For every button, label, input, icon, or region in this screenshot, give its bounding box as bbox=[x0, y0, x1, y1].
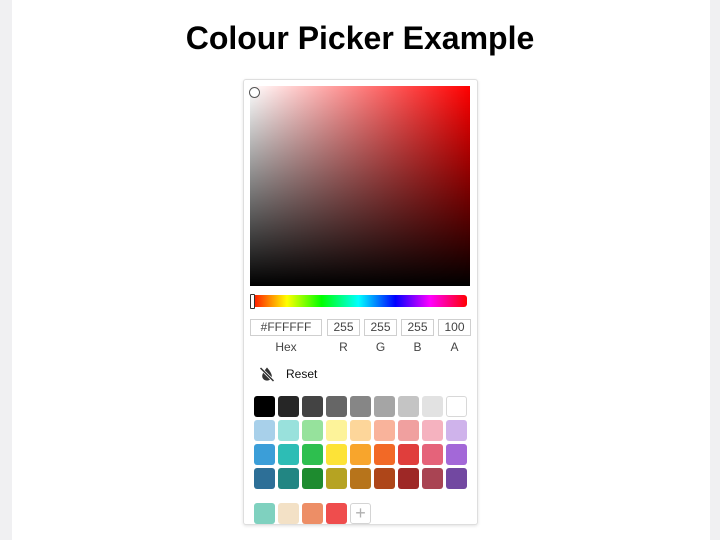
reset-label: Reset bbox=[286, 367, 318, 381]
red-input[interactable] bbox=[327, 319, 360, 336]
swatch[interactable] bbox=[254, 420, 275, 441]
swatch[interactable] bbox=[302, 396, 323, 417]
swatch[interactable] bbox=[422, 396, 443, 417]
swatch[interactable] bbox=[446, 468, 467, 489]
reset-button[interactable]: Reset bbox=[259, 365, 317, 383]
hue-slider[interactable] bbox=[250, 294, 467, 309]
blue-input[interactable] bbox=[401, 319, 434, 336]
swatch[interactable] bbox=[374, 396, 395, 417]
swatch[interactable] bbox=[374, 420, 395, 441]
hex-input[interactable] bbox=[250, 319, 322, 336]
swatch[interactable] bbox=[446, 420, 467, 441]
swatch[interactable] bbox=[398, 420, 419, 441]
swatch[interactable] bbox=[398, 396, 419, 417]
swatch[interactable] bbox=[326, 468, 347, 489]
colour-picker: Hex R G B A Reset + bbox=[243, 79, 478, 525]
alpha-input[interactable] bbox=[438, 319, 471, 336]
swatch[interactable] bbox=[254, 444, 275, 465]
swatch[interactable] bbox=[422, 468, 443, 489]
green-label: G bbox=[375, 340, 386, 354]
swatch[interactable] bbox=[302, 444, 323, 465]
blue-label: B bbox=[413, 340, 422, 354]
swatch[interactable] bbox=[422, 420, 443, 441]
swatch[interactable] bbox=[302, 468, 323, 489]
custom-swatch[interactable] bbox=[278, 503, 299, 524]
saturation-value-area[interactable] bbox=[249, 86, 470, 286]
swatch[interactable] bbox=[350, 468, 371, 489]
swatch[interactable] bbox=[398, 444, 419, 465]
swatch[interactable] bbox=[374, 444, 395, 465]
swatch[interactable] bbox=[254, 468, 275, 489]
swatch[interactable] bbox=[350, 444, 371, 465]
swatch[interactable] bbox=[278, 468, 299, 489]
green-input[interactable] bbox=[364, 319, 397, 336]
custom-swatch[interactable] bbox=[254, 503, 275, 524]
swatch[interactable] bbox=[254, 396, 275, 417]
hex-label: Hex bbox=[275, 340, 297, 354]
swatch[interactable] bbox=[374, 468, 395, 489]
swatch[interactable] bbox=[326, 444, 347, 465]
hue-slider-handle[interactable] bbox=[250, 294, 255, 309]
swatch[interactable] bbox=[350, 396, 371, 417]
swatch[interactable] bbox=[326, 396, 347, 417]
page: Colour Picker Example Hex R G B A Res bbox=[12, 0, 710, 540]
custom-swatch[interactable] bbox=[326, 503, 347, 524]
swatch[interactable] bbox=[278, 396, 299, 417]
add-swatch-button[interactable]: + bbox=[350, 503, 371, 524]
swatch[interactable] bbox=[398, 468, 419, 489]
color-off-icon bbox=[259, 366, 275, 383]
red-label: R bbox=[339, 340, 348, 354]
custom-swatch[interactable] bbox=[302, 503, 323, 524]
swatch[interactable] bbox=[446, 444, 467, 465]
alpha-label: A bbox=[450, 340, 459, 354]
swatch[interactable] bbox=[446, 396, 467, 417]
swatch[interactable] bbox=[278, 444, 299, 465]
swatch[interactable] bbox=[422, 444, 443, 465]
swatch[interactable] bbox=[278, 420, 299, 441]
swatch[interactable] bbox=[350, 420, 371, 441]
swatch[interactable] bbox=[302, 420, 323, 441]
page-title: Colour Picker Example bbox=[185, 20, 535, 56]
saturation-value-handle[interactable] bbox=[249, 87, 260, 98]
swatch[interactable] bbox=[326, 420, 347, 441]
